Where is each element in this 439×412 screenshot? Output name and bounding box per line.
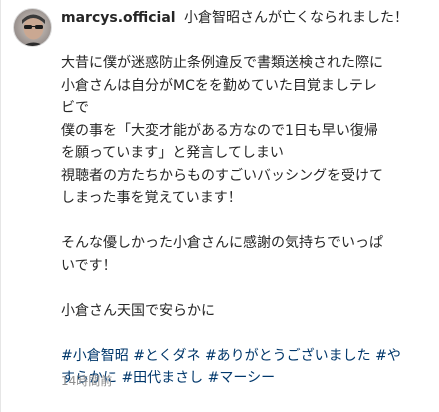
caption-line: を願っています」と発言してしまい	[61, 145, 284, 161]
username-link[interactable]: marcys.official	[61, 10, 176, 26]
profile-avatar-icon	[14, 9, 51, 46]
hashtag-line: すらかに #田代まさし #マーシー	[61, 367, 436, 390]
hashtag-link[interactable]: #田代まさし	[121, 370, 203, 386]
hashtag-link[interactable]: #や	[375, 348, 401, 364]
caption-line: しまった事を覚えています！	[61, 190, 242, 206]
caption-header-line: marcys.official 小倉智昭さんが亡くなられました！	[61, 7, 436, 30]
hashtag-link[interactable]: #小倉智昭	[61, 348, 129, 364]
caption-line: ビで	[61, 100, 89, 116]
post-timestamp[interactable]: 14時間前	[61, 373, 112, 389]
hashtag-link[interactable]: #マーシー	[208, 370, 275, 386]
caption-title: 小倉智昭さんが亡くなられました！	[184, 10, 409, 26]
caption-line: 小倉さん天国で安らかに	[61, 302, 215, 319]
caption-line: 小倉さんは自分がMCをを勤めていた目覚ましテレ	[61, 77, 377, 94]
avatar[interactable]	[13, 8, 52, 47]
caption-line: 大昔に僕が迷惑防止条例違反で書類送検された際に	[61, 55, 383, 71]
caption-line: 僕の事を「大変才能がある方なので1日も早い復帰	[61, 122, 378, 139]
caption-line: いです！	[61, 257, 117, 274]
caption-line: そんな優しかった小倉さんに感謝の気持ちでいっぱ	[61, 235, 383, 251]
hashtag-line: #小倉智昭 #とくダネ #ありがとうございました #や	[61, 345, 436, 368]
post-caption: marcys.official 小倉智昭さんが亡くなられました！ 大昔に僕が迷惑…	[61, 7, 436, 390]
caption-line: 視聴者の方たちからものすごいバッシングを受けて	[61, 167, 383, 184]
hashtag-link[interactable]: #ありがとうございました	[205, 348, 371, 364]
post-container: marcys.official 小倉智昭さんが亡くなられました！ 大昔に僕が迷惑…	[0, 0, 439, 412]
hashtag-link[interactable]: #とくダネ	[133, 348, 200, 364]
